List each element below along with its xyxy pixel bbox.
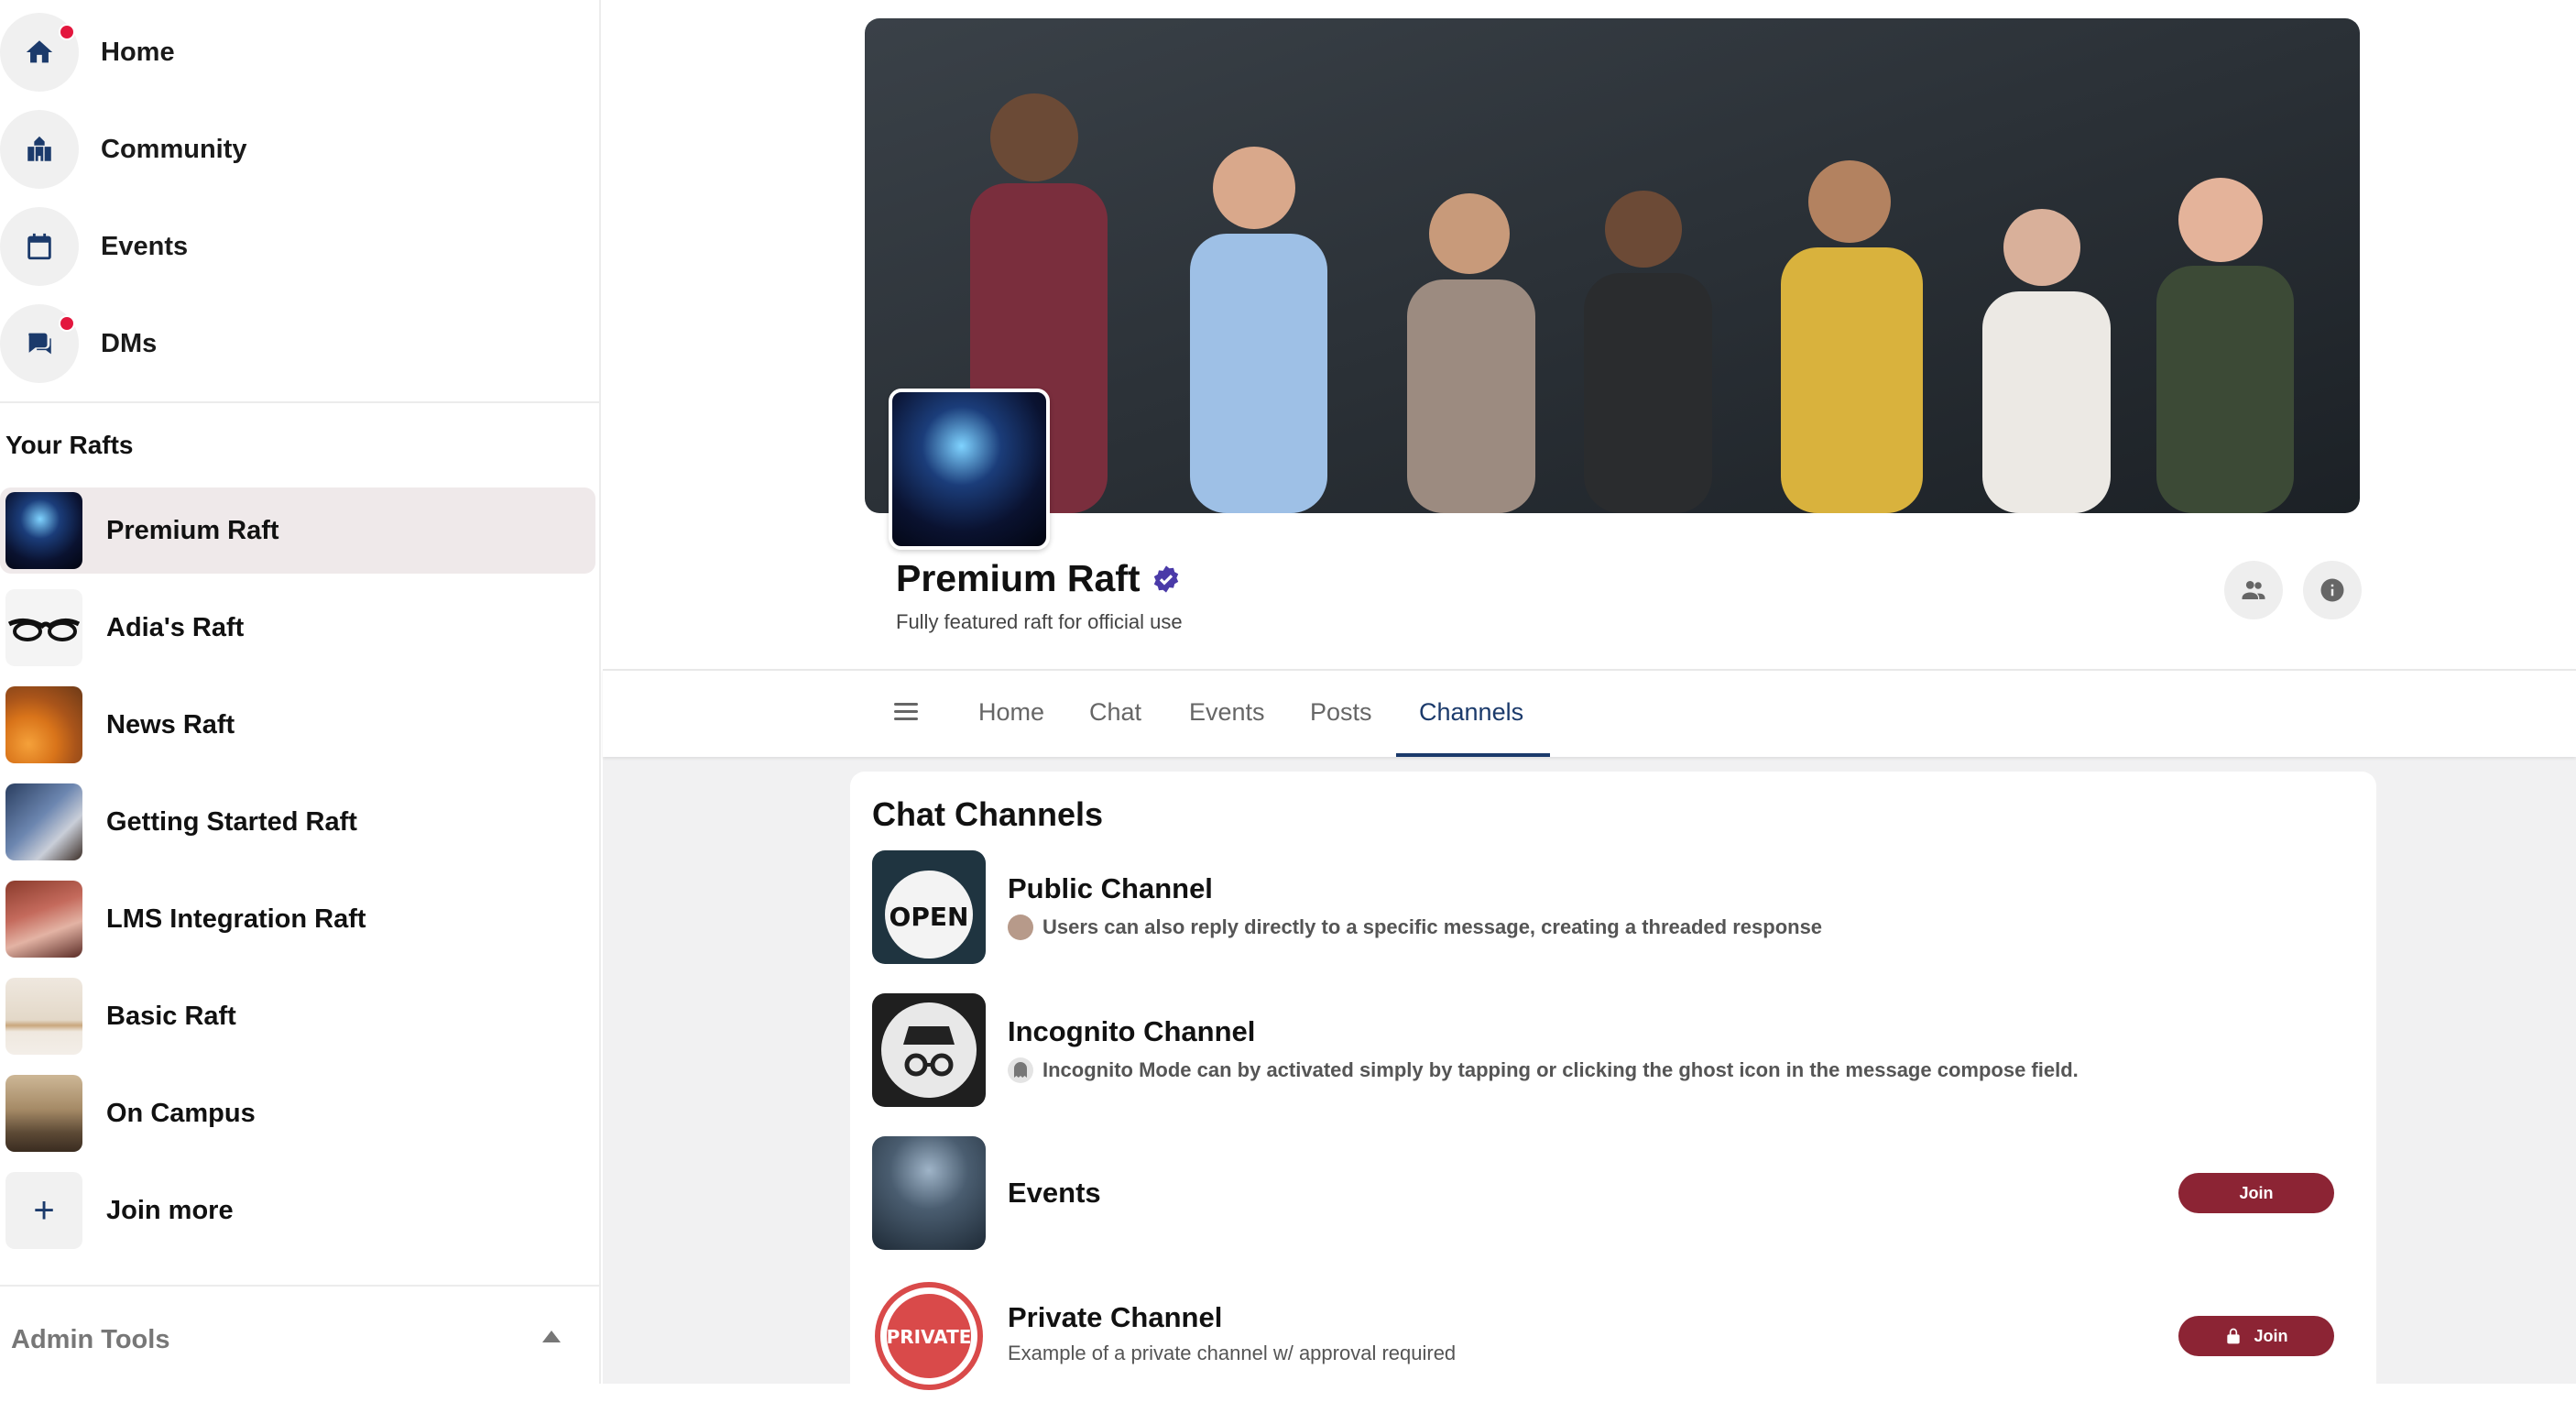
nav-home-label: Home [101, 37, 175, 67]
nav-community-label: Community [101, 134, 247, 164]
notification-dot [59, 315, 75, 332]
raft-thumbnail [5, 589, 82, 666]
main-content: Premium Raft Fully featured raft for off… [603, 0, 2576, 1413]
channel-name: Private Channel [1008, 1301, 1223, 1333]
channel-name: Incognito Channel [1008, 1015, 1256, 1047]
tab-home[interactable]: Home [978, 698, 1044, 727]
notification-dot [59, 24, 75, 40]
raft-avatar [889, 389, 1050, 550]
raft-header: Premium Raft Fully featured raft for off… [603, 0, 2576, 669]
members-button[interactable] [2224, 561, 2283, 619]
raft-thumbnail [5, 1075, 82, 1152]
channel-thumbnail [872, 1136, 986, 1250]
raft-item-adia[interactable]: Adia's Raft [0, 585, 595, 671]
verified-badge-icon [1153, 564, 1178, 593]
channel-last-message: Incognito Mode can by activated simply b… [1008, 1057, 2079, 1083]
hamburger-menu-icon[interactable] [894, 698, 918, 726]
tab-events[interactable]: Events [1189, 698, 1265, 727]
cover-image [865, 18, 2360, 513]
incognito-icon [872, 993, 986, 1107]
channel-row-private[interactable]: PRIVATE Private Channel Example of a pri… [872, 1279, 2356, 1393]
info-button[interactable] [2303, 561, 2362, 619]
raft-thumbnail [5, 978, 82, 1055]
open-sign-text: OPEN [890, 902, 969, 932]
raft-label: Premium Raft [106, 515, 279, 545]
nav-dms-label: DMs [101, 328, 158, 358]
raft-label: LMS Integration Raft [106, 904, 366, 934]
channel-row-public[interactable]: OPEN Public Channel Users can also reply… [872, 850, 2356, 964]
avatar [1008, 915, 1033, 940]
raft-thumbnail [5, 686, 82, 763]
raft-item-on-campus[interactable]: On Campus [0, 1070, 595, 1156]
raft-item-lms[interactable]: LMS Integration Raft [0, 876, 595, 962]
channel-desc-text: Example of a private channel w/ approval… [1008, 1342, 1457, 1364]
raft-item-basic[interactable]: Basic Raft [0, 973, 595, 1059]
join-label: Join [2239, 1183, 2274, 1202]
your-rafts-heading: Your Rafts [5, 431, 134, 459]
raft-thumbnail [5, 783, 82, 860]
raft-subtitle: Fully featured raft for official use [896, 610, 1183, 633]
caret-up-icon[interactable] [542, 1331, 561, 1342]
sidebar: Home Community Events DMs Your Rafts Pre… [0, 0, 601, 1384]
info-icon [2320, 578, 2344, 602]
raft-title-text: Premium Raft [896, 557, 1141, 599]
nav-dms[interactable]: DMs [0, 302, 586, 385]
channel-thumbnail: PRIVATE [872, 1279, 986, 1393]
community-icon [0, 110, 79, 189]
tab-bar: Home Chat Events Posts Channels [603, 669, 2576, 757]
channel-row-events[interactable]: Events Join [872, 1136, 2356, 1250]
active-tab-indicator [1396, 753, 1550, 757]
tab-posts[interactable]: Posts [1310, 698, 1372, 727]
nav-community[interactable]: Community [0, 108, 586, 191]
raft-label: Basic Raft [106, 1001, 236, 1031]
join-button[interactable]: Join [2178, 1173, 2334, 1213]
channel-thumbnail: OPEN [872, 850, 986, 964]
people-icon [2242, 581, 2265, 599]
channel-name: Public Channel [1008, 872, 1213, 904]
channel-row-incognito[interactable]: Incognito Channel Incognito Mode can by … [872, 993, 2356, 1107]
channel-last-message: Users can also reply directly to a speci… [1008, 915, 1822, 940]
raft-label: News Raft [106, 709, 235, 739]
raft-thumbnail [5, 492, 82, 569]
private-sign-text: PRIVATE [887, 1326, 972, 1348]
divider [0, 1285, 601, 1287]
calendar-icon [0, 207, 79, 286]
raft-item-premium[interactable]: Premium Raft [0, 487, 595, 574]
plus-icon: + [5, 1172, 82, 1249]
channel-desc-text: Incognito Mode can by activated simply b… [1042, 1058, 2079, 1081]
nav-events[interactable]: Events [0, 205, 586, 288]
raft-label: Getting Started Raft [106, 806, 357, 837]
nav-home[interactable]: Home [0, 11, 586, 93]
admin-tools-toggle[interactable]: Admin Tools [11, 1325, 169, 1355]
nav-events-label: Events [101, 231, 189, 261]
tab-chat[interactable]: Chat [1089, 698, 1141, 727]
raft-label: Adia's Raft [106, 612, 245, 642]
join-more-button[interactable]: + Join more [0, 1167, 595, 1254]
chat-channels-heading: Chat Channels [872, 795, 1104, 833]
join-label: Join [2254, 1326, 2288, 1345]
join-more-label: Join more [106, 1195, 234, 1225]
lock-icon [2227, 1328, 2241, 1344]
raft-item-getting-started[interactable]: Getting Started Raft [0, 779, 595, 865]
raft-title: Premium Raft [896, 557, 1181, 600]
tab-channels[interactable]: Channels [1419, 698, 1523, 727]
divider [0, 401, 601, 403]
join-private-button[interactable]: Join [2178, 1316, 2334, 1356]
raft-item-news[interactable]: News Raft [0, 682, 595, 768]
channel-desc-text: Users can also reply directly to a speci… [1042, 915, 1823, 938]
ghost-icon [1008, 1057, 1033, 1083]
raft-thumbnail [5, 881, 82, 958]
chat-channels-panel: Chat Channels OPEN Public Channel Users … [850, 772, 2376, 1413]
raft-label: On Campus [106, 1098, 256, 1128]
channel-name: Events [1008, 1177, 1101, 1209]
